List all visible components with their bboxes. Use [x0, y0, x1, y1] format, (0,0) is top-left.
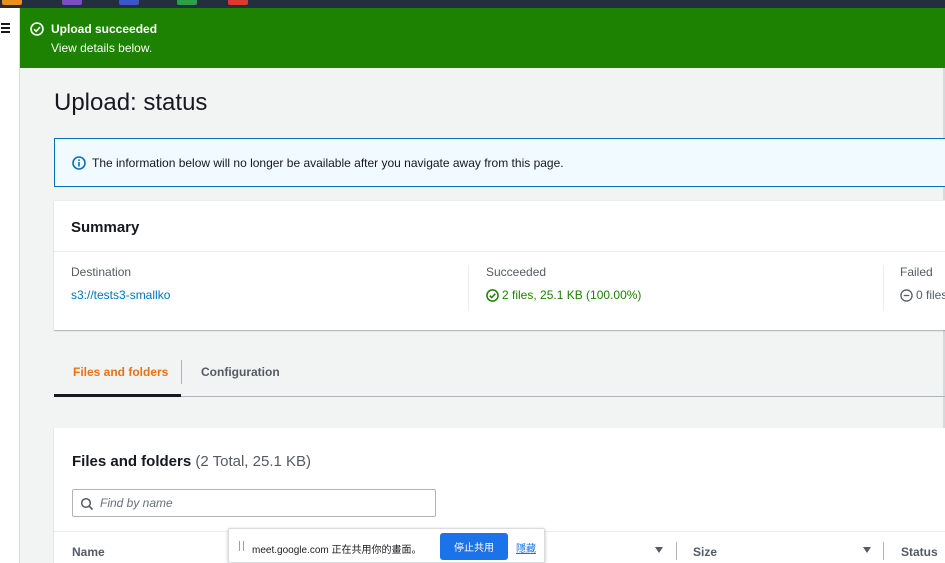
files-count: (2 Total, 25.1 KB)	[195, 453, 311, 470]
screen-share-bar: meet.google.com 正在共用你的畫面。 停止共用 隱藏	[228, 528, 545, 563]
destination-field: Destination s3://tests3-smallko	[71, 265, 170, 302]
column-header-status[interactable]: Status	[901, 545, 938, 559]
hamburger-icon[interactable]	[0, 20, 14, 34]
taskbar-app-icon[interactable]	[228, 0, 248, 5]
screen-share-message: meet.google.com 正在共用你的畫面。	[252, 545, 422, 556]
tab-label: Files and folders	[73, 365, 169, 379]
taskbar-app-icon[interactable]	[119, 0, 139, 5]
succeeded-value: 2 files, 25.1 KB (100.00%)	[502, 288, 642, 302]
divider	[181, 360, 182, 384]
check-circle-icon	[486, 288, 499, 302]
info-alert-text: The information below will no longer be …	[92, 156, 564, 170]
drag-handle-icon[interactable]	[239, 541, 244, 551]
info-circle-icon	[72, 156, 86, 170]
files-heading-title: Files and folders	[72, 453, 192, 470]
os-taskbar	[0, 0, 945, 8]
destination-link[interactable]: s3://tests3-smallko	[71, 288, 170, 302]
destination-label: Destination	[71, 265, 132, 279]
sort-caret-icon[interactable]	[863, 547, 871, 553]
column-header-name[interactable]: Name	[72, 545, 105, 559]
succeeded-field: Succeeded 2 files, 25.1 KB (100.00%)	[486, 265, 641, 302]
active-tab-indicator	[54, 394, 181, 397]
divider	[54, 251, 945, 252]
taskbar-app-icon[interactable]	[2, 0, 22, 5]
summary-heading: Summary	[71, 219, 140, 236]
succeeded-label: Succeeded	[486, 265, 547, 279]
page-title: Upload: status	[54, 89, 208, 116]
divider	[883, 265, 884, 311]
search-field	[72, 489, 436, 517]
taskbar-app-icon[interactable]	[177, 0, 197, 5]
failed-value: 0 files	[916, 288, 945, 302]
flash-subtitle: View details below.	[51, 41, 153, 55]
summary-panel: Summary Destination s3://tests3-smallko …	[54, 200, 945, 330]
tab-files-and-folders[interactable]: Files and folders	[73, 352, 168, 397]
failed-field: Failed 0 files	[900, 265, 945, 302]
flash-title: Upload succeeded	[51, 22, 158, 36]
minus-circle-icon	[900, 288, 913, 302]
check-circle-icon	[30, 22, 44, 36]
tab-label: Configuration	[201, 365, 280, 379]
search-input[interactable]	[100, 493, 430, 513]
failed-label: Failed	[900, 265, 933, 279]
success-flash-banner: Upload succeeded View details below.	[20, 8, 945, 68]
stop-sharing-button[interactable]: 停止共用	[440, 533, 508, 560]
column-resizer[interactable]	[676, 542, 677, 560]
side-navigation-rail	[0, 8, 20, 563]
info-alert: The information below will no longer be …	[54, 138, 945, 187]
column-header-size[interactable]: Size	[693, 545, 717, 559]
files-heading: Files and folders (2 Total, 25.1 KB)	[72, 453, 311, 470]
taskbar-app-icon[interactable]	[62, 0, 82, 5]
hide-link[interactable]: 隱藏	[516, 540, 536, 555]
tab-configuration[interactable]: Configuration	[201, 352, 280, 397]
column-resizer[interactable]	[883, 542, 884, 560]
sort-caret-icon[interactable]	[655, 547, 663, 553]
tab-bar: Files and folders Configuration	[54, 352, 945, 397]
search-icon	[80, 497, 94, 511]
divider	[468, 265, 469, 311]
